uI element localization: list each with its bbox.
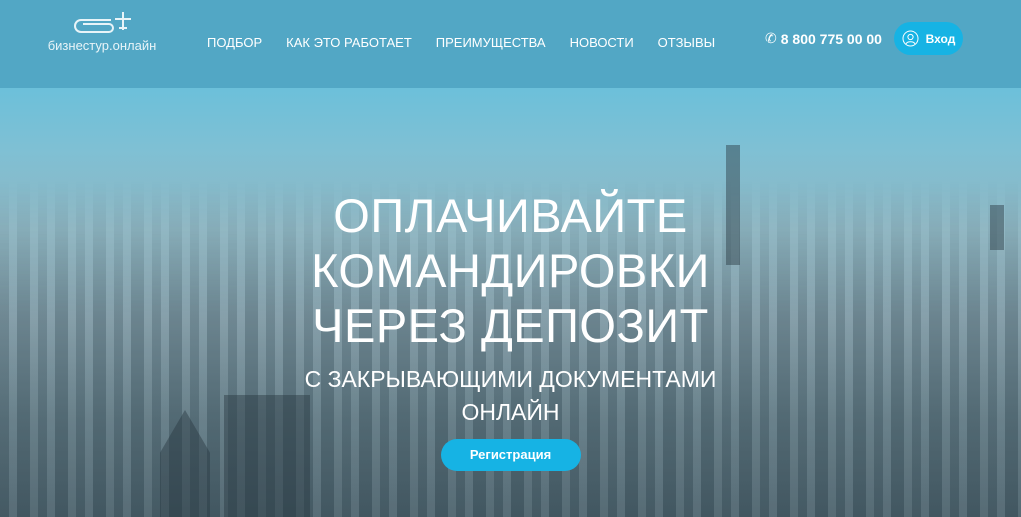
hero-subtitle-line: ОНЛАЙН bbox=[461, 399, 560, 425]
hero-subtitle: С ЗАКРЫВАЮЩИМИ ДОКУМЕНТАМИ ОНЛАЙН bbox=[0, 363, 1021, 429]
phone-number: 8 800 775 00 00 bbox=[780, 30, 882, 47]
register-button[interactable]: Регистрация bbox=[440, 439, 581, 471]
nav-reviews[interactable]: ОТЗЫВЫ bbox=[658, 35, 715, 50]
nav-how-it-works[interactable]: КАК ЭТО РАБОТАЕТ bbox=[286, 35, 412, 50]
paperclip-plane-icon bbox=[74, 12, 131, 33]
hero-title-line: ОПЛАЧИВАЙТЕ bbox=[333, 189, 688, 242]
main-nav: ПОДБОР КАК ЭТО РАБОТАЕТ ПРЕИМУЩЕСТВА НОВ… bbox=[207, 35, 715, 50]
user-icon bbox=[902, 30, 919, 47]
logo[interactable]: бизнестур.онлайн bbox=[46, 10, 158, 53]
login-label: Вход bbox=[925, 31, 956, 46]
hero-title-line: КОМАНДИРОВКИ bbox=[311, 244, 710, 297]
login-button[interactable]: Вход bbox=[894, 22, 963, 55]
nav-advantages[interactable]: ПРЕИМУЩЕСТВА bbox=[436, 35, 546, 50]
nav-podbor[interactable]: ПОДБОР bbox=[207, 35, 262, 50]
site-header: бизнестур.онлайн ПОДБОР КАК ЭТО РАБОТАЕТ… bbox=[0, 0, 1021, 88]
nav-news[interactable]: НОВОСТИ bbox=[570, 35, 634, 50]
phone-icon: ✆ bbox=[765, 30, 777, 46]
hero: ОПЛАЧИВАЙТЕ КОМАНДИРОВКИ ЧЕРЕЗ ДЕПОЗИТ С… bbox=[0, 188, 1021, 471]
logo-text: бизнестур.онлайн bbox=[47, 38, 157, 53]
hero-title-line: ЧЕРЕЗ ДЕПОЗИТ bbox=[312, 299, 709, 352]
hero-title: ОПЛАЧИВАЙТЕ КОМАНДИРОВКИ ЧЕРЕЗ ДЕПОЗИТ bbox=[0, 188, 1021, 353]
phone-link[interactable]: ✆ 8 800 775 00 00 bbox=[765, 30, 882, 47]
hero-subtitle-line: С ЗАКРЫВАЮЩИМИ ДОКУМЕНТАМИ bbox=[304, 366, 717, 392]
